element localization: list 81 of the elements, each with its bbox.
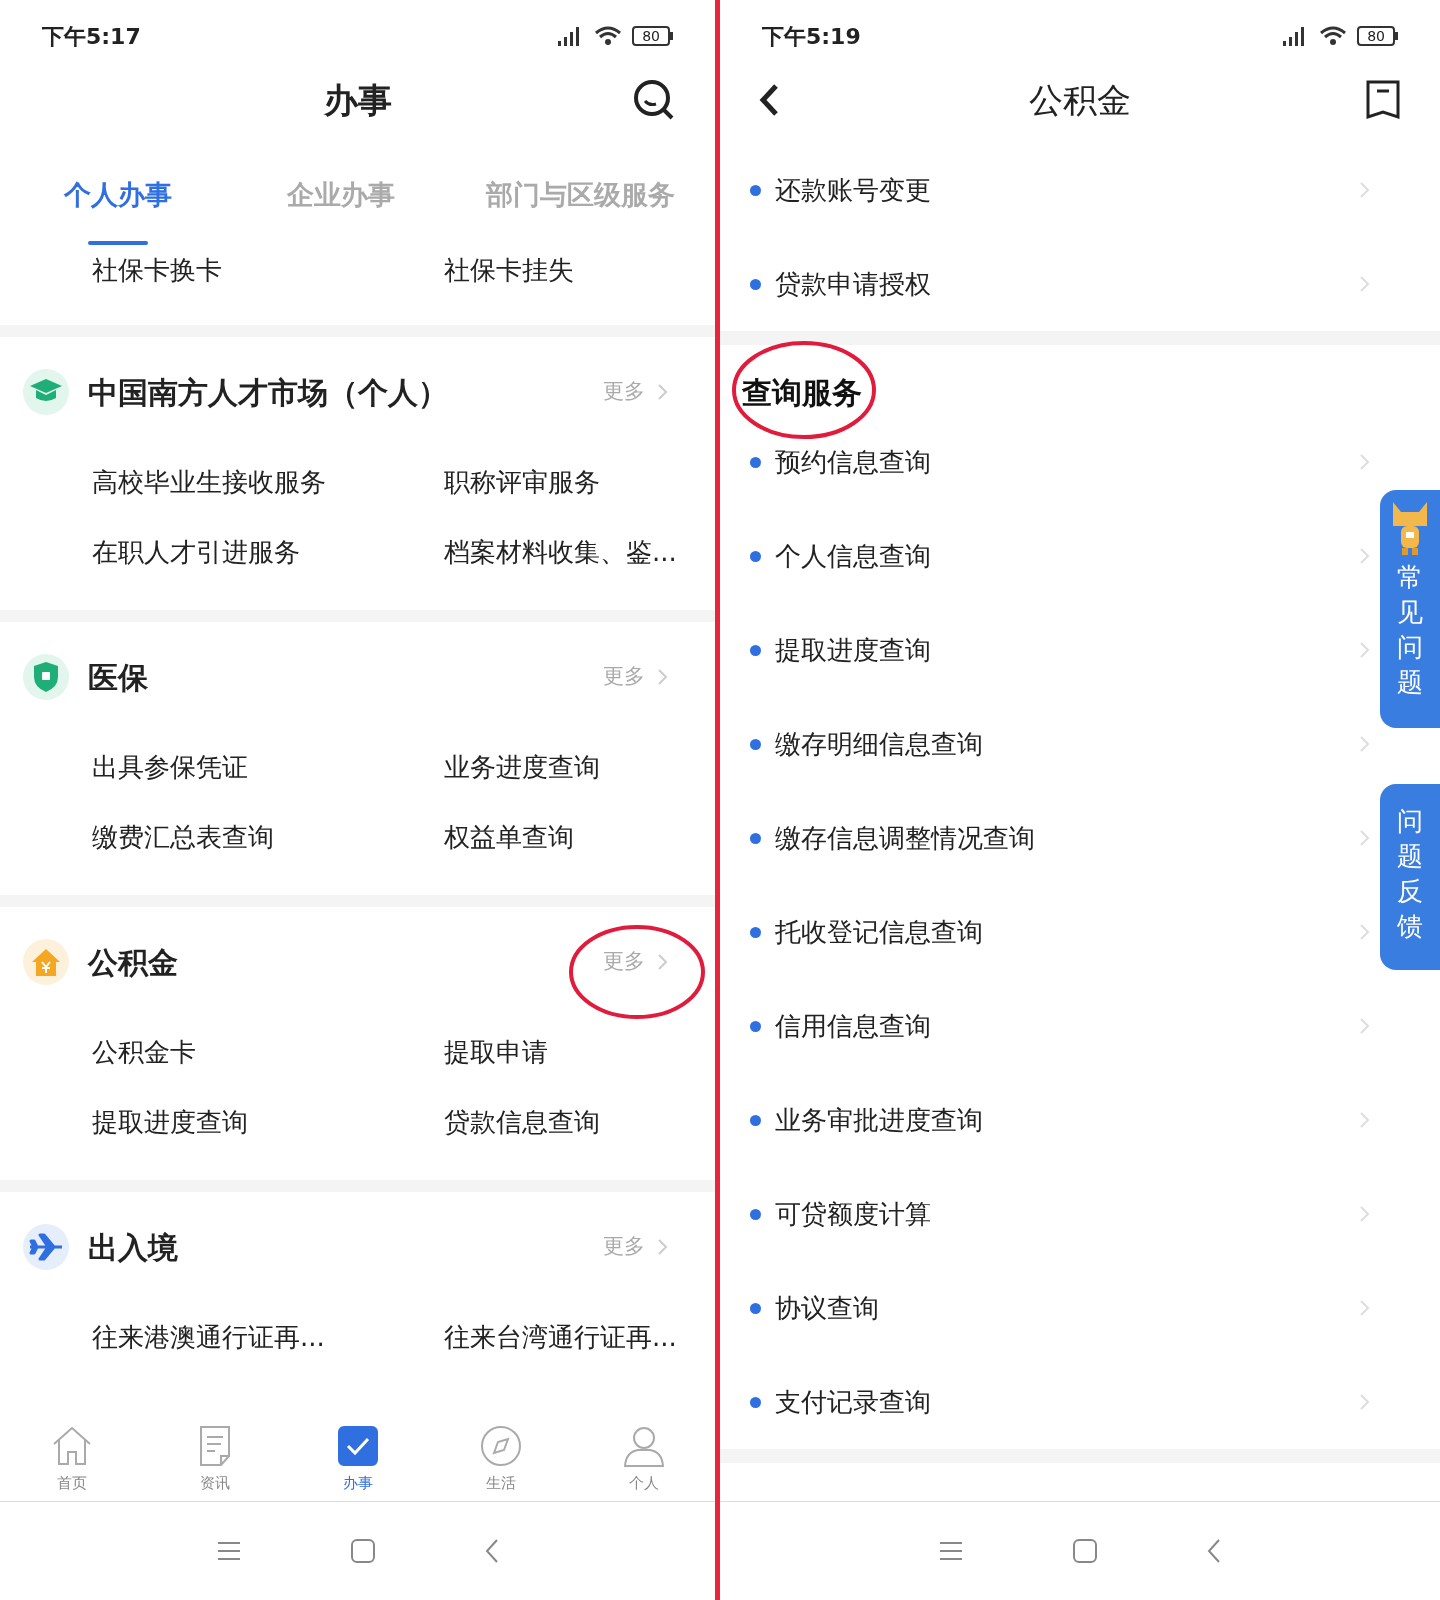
chevron-right-icon	[657, 383, 669, 401]
service-row[interactable]: 提取进度查询	[720, 603, 1375, 697]
service-row[interactable]: 缴存信息调整情况查询	[720, 791, 1375, 885]
back-icon[interactable]	[758, 83, 780, 117]
home-square-icon[interactable]	[1073, 1539, 1097, 1563]
page-title: 公积金	[1029, 78, 1131, 122]
section-title: 医保	[88, 658, 149, 697]
chevron-right-icon	[1359, 1017, 1371, 1035]
checkbox-icon	[335, 1424, 380, 1469]
chevron-right-icon	[1359, 641, 1371, 659]
service-row[interactable]: 个人信息查询	[720, 509, 1375, 603]
service-link[interactable]: 出具参保凭证	[92, 732, 444, 802]
airplane-icon	[22, 1223, 70, 1271]
chevron-right-icon	[1359, 181, 1371, 199]
nav-tab[interactable]: 个人	[621, 1424, 666, 1495]
service-row[interactable]: 支付记录查询	[720, 1355, 1375, 1449]
service-link[interactable]: 业务进度查询	[444, 732, 715, 802]
service-link[interactable]: 缴费汇总表查询	[92, 802, 444, 872]
chevron-right-icon	[1359, 829, 1371, 847]
service-row[interactable]: 协议查询	[720, 1261, 1375, 1355]
menu-icon[interactable]	[939, 1540, 963, 1562]
house-icon	[22, 938, 70, 986]
service-link[interactable]: 社保卡换卡	[92, 250, 444, 290]
bookmark-icon[interactable]	[1366, 80, 1400, 120]
section-title: 查询服务	[742, 375, 862, 410]
service-row[interactable]: 缴存明细信息查询	[720, 697, 1375, 791]
chevron-right-icon	[1359, 1205, 1371, 1223]
service-link[interactable]: 在职人才引进服务	[92, 517, 444, 587]
chevron-right-icon	[1359, 923, 1371, 941]
section-title: 中国南方人才市场（个人）	[88, 373, 449, 412]
service-row[interactable]: 还款账号变更	[720, 143, 1375, 237]
chevron-right-icon	[1359, 735, 1371, 753]
service-link[interactable]: 往来台湾通行证再...	[444, 1302, 715, 1372]
service-link[interactable]: 档案材料收集、鉴...	[444, 517, 715, 587]
compass-icon	[478, 1424, 523, 1469]
status-time: 下午5:17	[42, 22, 141, 51]
person-icon	[621, 1424, 666, 1469]
chevron-right-icon	[1359, 1393, 1371, 1411]
section-title: 公积金	[88, 943, 179, 982]
nav-tab[interactable]: 资讯	[192, 1424, 237, 1495]
home-square-icon[interactable]	[350, 1539, 375, 1563]
page-title: 办事	[323, 78, 392, 122]
service-link[interactable]: 社保卡挂失	[444, 250, 715, 290]
service-row[interactable]: 托收登记信息查询	[720, 885, 1375, 979]
side-tab[interactable]: 问题反馈	[1380, 784, 1440, 970]
menu-icon[interactable]	[216, 1540, 241, 1562]
service-link[interactable]: 往来港澳通行证再...	[92, 1302, 444, 1372]
nav-tab[interactable]: 办事	[335, 1424, 380, 1495]
battery-icon: 80	[1357, 26, 1398, 46]
nav-tab[interactable]: 生活	[478, 1424, 523, 1495]
tab[interactable]: 个人办事	[40, 175, 196, 245]
service-row[interactable]: 信用信息查询	[720, 979, 1375, 1073]
service-link[interactable]: 提取进度查询	[92, 1087, 444, 1157]
wifi-icon	[594, 25, 623, 47]
service-row[interactable]: 业务审批进度查询	[720, 1073, 1375, 1167]
chevron-right-icon	[657, 953, 669, 971]
service-row[interactable]: 贷款申请授权	[720, 237, 1375, 331]
chevron-right-icon	[1359, 275, 1371, 293]
wifi-icon	[1319, 25, 1348, 47]
side-tab[interactable]: 常见问题	[1380, 490, 1440, 728]
service-link[interactable]: 权益单查询	[444, 802, 715, 872]
chevron-right-icon	[657, 1238, 669, 1256]
chevron-right-icon	[1359, 1111, 1371, 1129]
chevron-right-icon	[657, 668, 669, 686]
battery-icon: 80	[632, 26, 673, 46]
status-time: 下午5:19	[762, 22, 861, 51]
service-link[interactable]: 高校毕业生接收服务	[92, 447, 444, 517]
nav-tab[interactable]: 首页	[49, 1424, 94, 1495]
section-title: 出入境	[88, 1228, 179, 1267]
service-link[interactable]: 提取申请	[444, 1017, 715, 1087]
service-link[interactable]: 贷款信息查询	[444, 1087, 715, 1157]
service-row[interactable]: 预约信息查询	[720, 415, 1375, 509]
shield-icon	[22, 653, 70, 701]
service-link[interactable]: 职称评审服务	[444, 447, 715, 517]
chevron-right-icon	[1359, 1299, 1371, 1317]
graduation-cap-icon	[22, 368, 70, 416]
service-link[interactable]: 公积金卡	[92, 1017, 444, 1087]
chevron-right-icon	[1359, 547, 1371, 565]
chevron-right-icon	[1359, 453, 1371, 471]
service-row[interactable]: 可贷额度计算	[720, 1167, 1375, 1261]
search-icon[interactable]	[633, 79, 675, 121]
